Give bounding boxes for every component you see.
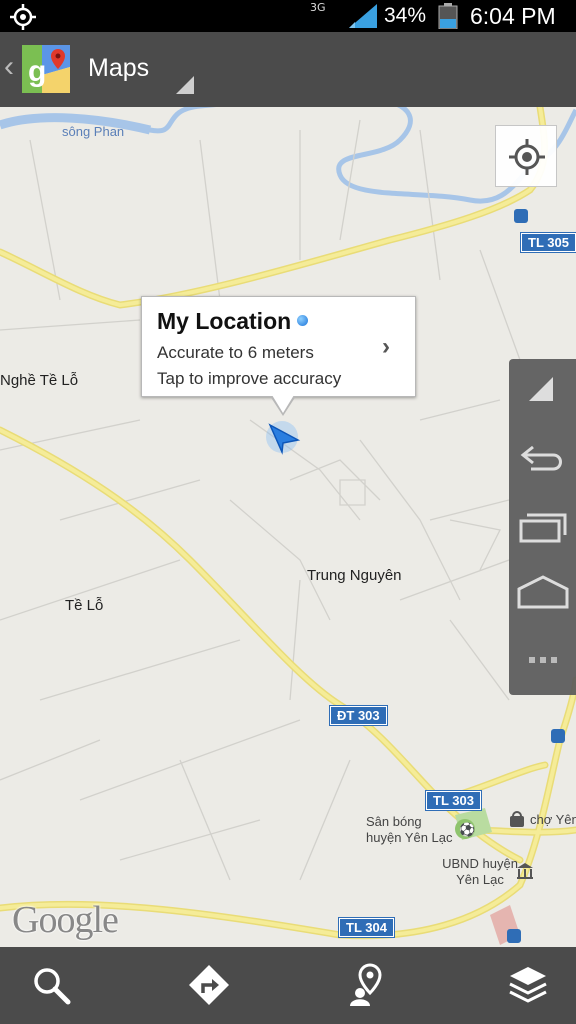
bubble-tail-fill xyxy=(272,395,294,413)
menu-corner-icon[interactable] xyxy=(529,377,553,401)
stadium-icon: ⚽ xyxy=(455,819,475,839)
chevron-right-icon[interactable]: › xyxy=(382,333,390,361)
search-icon[interactable] xyxy=(28,963,76,1007)
home-icon[interactable] xyxy=(517,575,569,609)
battery-icon xyxy=(438,3,458,29)
map-label-place: Trung Nguyên xyxy=(307,567,402,584)
market-icon xyxy=(510,811,524,827)
road-shield: TL 305 xyxy=(521,233,576,252)
svg-text:⚽: ⚽ xyxy=(458,822,475,837)
blue-dot-icon xyxy=(297,315,309,326)
floating-nav-panel xyxy=(509,359,576,695)
map-label-place: Nghề Tề Lỗ xyxy=(0,372,79,389)
battery-percent: 34% xyxy=(384,4,427,27)
places-icon[interactable] xyxy=(346,963,394,1007)
maps-logo-icon[interactable]: g xyxy=(22,45,70,93)
my-location-button[interactable] xyxy=(495,125,557,187)
map-label-river: sông Phan xyxy=(62,124,125,139)
map-label-stadium: Sân bóng huyện Yên Lạc xyxy=(366,814,453,845)
bubble-accuracy: Accurate to 6 meters xyxy=(157,343,314,362)
bubble-title-row: My Location xyxy=(157,308,309,335)
dropdown-icon[interactable] xyxy=(176,76,194,94)
map-label-place: Tề Lỗ xyxy=(65,597,104,614)
bubble-hint: Tap to improve accuracy xyxy=(157,369,342,388)
road-shield: ĐT 303 xyxy=(330,706,387,725)
crosshair-icon xyxy=(509,139,545,175)
road-shield: TL 304 xyxy=(339,918,394,937)
layers-icon[interactable] xyxy=(504,963,552,1007)
bubble-title: My Location xyxy=(157,308,292,334)
google-attribution: Google xyxy=(12,899,119,941)
signal-icon xyxy=(349,4,377,28)
map-label-ubnd: UBND huyện Yên Lạc xyxy=(442,856,518,887)
government-icon xyxy=(517,863,533,879)
directions-icon[interactable] xyxy=(185,963,233,1007)
recent-apps-icon[interactable] xyxy=(519,509,567,543)
back-icon[interactable]: ‹ xyxy=(4,50,14,84)
bottom-toolbar xyxy=(0,947,576,1024)
status-bar: 3G 34% 6:04 PM xyxy=(0,0,576,32)
network-type: 3G xyxy=(310,1,326,14)
more-icon[interactable] xyxy=(529,655,557,665)
road-shield: TL 303 xyxy=(426,791,481,810)
svg-text:g: g xyxy=(28,55,46,88)
back-icon[interactable] xyxy=(519,441,567,473)
gps-icon xyxy=(10,4,36,30)
clock: 6:04 PM xyxy=(470,3,556,29)
map-canvas[interactable] xyxy=(0,107,576,947)
map-label-market: chợ Yên xyxy=(530,812,576,827)
app-title[interactable]: Maps xyxy=(88,54,149,83)
my-location-bubble[interactable]: My Location Accurate to 6 meters Tap to … xyxy=(141,296,416,416)
action-bar: ‹ g Maps xyxy=(0,32,576,107)
